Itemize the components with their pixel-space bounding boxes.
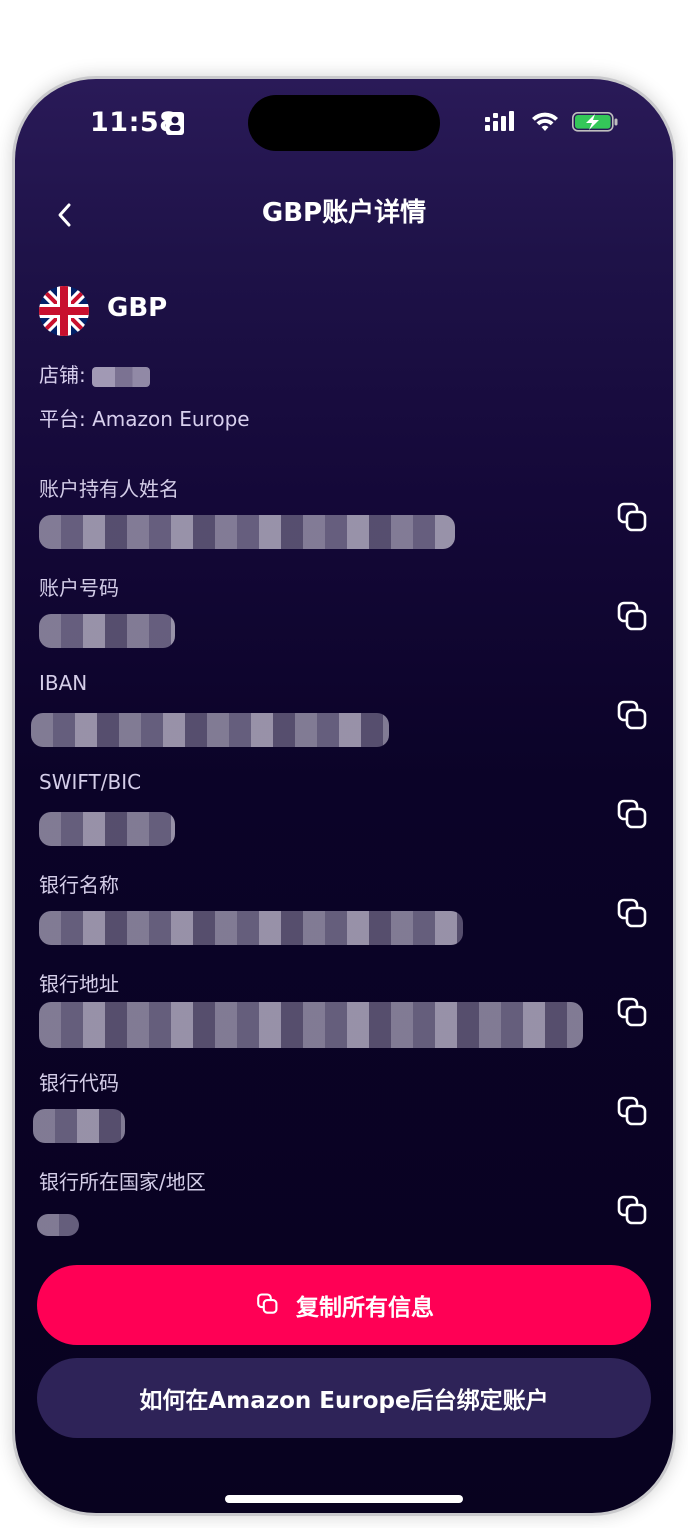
- bind-account-help-button[interactable]: 如何在Amazon Europe后台绑定账户: [37, 1358, 651, 1438]
- battery-charging-icon: [572, 112, 618, 132]
- field-label: 账户持有人姓名: [39, 477, 179, 501]
- copy-icon: [257, 1293, 278, 1314]
- store-label: 店铺:: [39, 363, 86, 387]
- home-indicator[interactable]: [225, 1495, 463, 1503]
- field-swift-bic: SWIFT/BIC: [15, 770, 673, 866]
- signal-icon: [485, 111, 514, 131]
- platform-line: 平台: Amazon Europe: [39, 407, 250, 431]
- field-bank-address: 银行地址: [15, 968, 673, 1064]
- uk-flag-icon: [39, 286, 89, 336]
- field-bank-code: 银行代码: [15, 1067, 673, 1163]
- field-iban: IBAN: [15, 671, 673, 767]
- redacted-value: [39, 515, 455, 549]
- redacted-value: [33, 1109, 125, 1143]
- contact-card-icon: [166, 112, 184, 135]
- copy-icon[interactable]: [613, 499, 653, 539]
- redacted-value: [37, 1214, 79, 1236]
- copy-icon[interactable]: [613, 796, 653, 836]
- copy-icon[interactable]: [613, 598, 653, 638]
- app-screen: 11:58 GBP账户详情 GBP 店铺: 平台: Amazon Europe …: [15, 79, 673, 1513]
- field-bank-name: 银行名称: [15, 869, 673, 965]
- redacted-value: [39, 614, 175, 648]
- store-line: 店铺:: [39, 359, 150, 388]
- field-account-holder: 账户持有人姓名: [15, 473, 673, 569]
- status-icons: [485, 111, 618, 132]
- field-label: SWIFT/BIC: [39, 770, 142, 794]
- field-label: 账户号码: [39, 576, 119, 600]
- redacted-value: [39, 812, 175, 846]
- copy-icon[interactable]: [613, 994, 653, 1034]
- copy-all-label: 复制所有信息: [296, 1295, 434, 1321]
- field-label: 银行名称: [39, 873, 119, 897]
- phone-frame: 11:58 GBP账户详情 GBP 店铺: 平台: Amazon Europe …: [12, 76, 676, 1516]
- field-label: IBAN: [39, 671, 88, 695]
- copy-icon[interactable]: [613, 1192, 653, 1232]
- redacted-value: [39, 1002, 583, 1048]
- field-bank-country: 银行所在国家/地区: [15, 1166, 673, 1262]
- field-label: 银行代码: [39, 1071, 119, 1095]
- page-title: GBP账户详情: [261, 198, 427, 228]
- field-label: 银行地址: [39, 972, 119, 996]
- currency-code: GBP: [107, 293, 168, 323]
- redacted-value: [31, 713, 389, 747]
- wifi-icon: [532, 112, 558, 131]
- field-account-number: 账户号码: [15, 572, 673, 668]
- dynamic-island: [248, 95, 440, 151]
- bind-account-help-label: 如何在Amazon Europe后台绑定账户: [139, 1388, 549, 1414]
- redacted-store-name: [91, 366, 150, 387]
- copy-icon[interactable]: [613, 697, 653, 737]
- redacted-value: [39, 911, 463, 945]
- field-label: 银行所在国家/地区: [39, 1170, 206, 1194]
- copy-all-button[interactable]: 复制所有信息: [37, 1265, 651, 1345]
- copy-icon[interactable]: [613, 1093, 653, 1133]
- copy-icon[interactable]: [613, 895, 653, 935]
